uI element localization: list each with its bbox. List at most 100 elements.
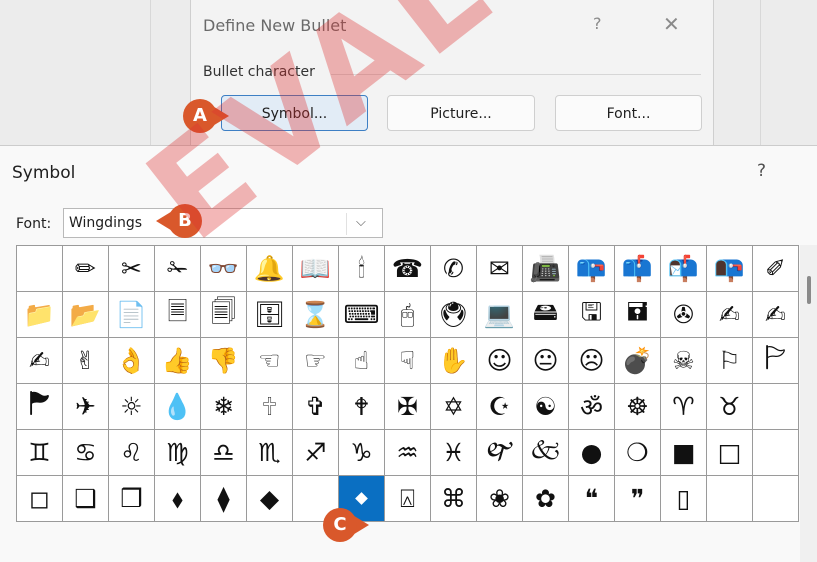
symbol-cell[interactable]: ✞: [293, 384, 339, 430]
font-dropdown[interactable]: Wingdings ⌵: [63, 208, 383, 238]
symbol-cell[interactable]: ☟: [385, 338, 431, 384]
scrollbar-thumb[interactable]: [807, 276, 811, 304]
symbol-cell[interactable]: [707, 476, 753, 522]
font-button[interactable]: Font...: [555, 95, 702, 131]
symbol-cell[interactable]: ✏: [63, 246, 109, 292]
symbol-cell[interactable]: ⌛: [293, 292, 339, 338]
symbol-cell[interactable]: 🔔: [247, 246, 293, 292]
symbol-cell[interactable]: ☝: [339, 338, 385, 384]
symbol-cell[interactable]: 🕆: [247, 384, 293, 430]
symbol-cell[interactable]: 🗄: [247, 292, 293, 338]
symbol-cell[interactable]: ❞: [615, 476, 661, 522]
symbol-cell[interactable]: ✇: [661, 292, 707, 338]
symbol-cell[interactable]: ✈: [63, 384, 109, 430]
symbol-cell[interactable]: ♍: [155, 430, 201, 476]
symbol-cell[interactable]: ✁: [155, 246, 201, 292]
symbol-cell[interactable]: [753, 476, 799, 522]
symbol-cell[interactable]: ⧫: [201, 476, 247, 522]
symbol-cell[interactable]: 📭: [707, 246, 753, 292]
symbol-cell[interactable]: [753, 384, 799, 430]
symbol-cell[interactable]: ☺: [477, 338, 523, 384]
symbol-cell[interactable]: 📖: [293, 246, 339, 292]
symbol-cell[interactable]: 📬: [661, 246, 707, 292]
symbol-cell[interactable]: ❀: [477, 476, 523, 522]
symbol-cell[interactable]: 🏱: [753, 338, 799, 384]
symbol-cell[interactable]: 💻: [477, 292, 523, 338]
symbol-cell[interactable]: ♈: [661, 384, 707, 430]
symbol-cell[interactable]: 📠: [523, 246, 569, 292]
symbol-cell[interactable]: 👌: [109, 338, 155, 384]
symbol-cell[interactable]: 🙰: [477, 430, 523, 476]
symbol-cell[interactable]: ♌: [109, 430, 155, 476]
symbol-cell[interactable]: ♏: [247, 430, 293, 476]
symbol-cell[interactable]: ♒: [385, 430, 431, 476]
symbol-cell[interactable]: ☞: [293, 338, 339, 384]
symbol-cell[interactable]: 👍: [155, 338, 201, 384]
picture-button[interactable]: Picture...: [387, 95, 535, 131]
symbol-cell[interactable]: ⍓: [385, 476, 431, 522]
symbol-cell[interactable]: ☹: [569, 338, 615, 384]
symbol-cell[interactable]: 📄: [109, 292, 155, 338]
close-icon[interactable]: ✕: [663, 12, 680, 36]
symbol-cell[interactable]: 🖫: [569, 292, 615, 338]
symbol-cell[interactable]: 🗏: [155, 292, 201, 338]
symbol-cell[interactable]: ◻: [17, 476, 63, 522]
symbol-cell[interactable]: 📂: [63, 292, 109, 338]
symbol-cell[interactable]: ॐ: [569, 384, 615, 430]
symbol-cell[interactable]: 📪: [569, 246, 615, 292]
symbol-cell[interactable]: ⌨: [339, 292, 385, 338]
symbol-cell[interactable]: □: [707, 430, 753, 476]
symbol-cell[interactable]: 💣: [615, 338, 661, 384]
symbol-cell[interactable]: 📫: [615, 246, 661, 292]
symbol-cell[interactable]: [17, 246, 63, 292]
symbol-cell[interactable]: ☎: [385, 246, 431, 292]
symbol-cell[interactable]: 👓: [201, 246, 247, 292]
symbol-cell[interactable]: ⌘: [431, 476, 477, 522]
symbol-cell[interactable]: 🖬: [615, 292, 661, 338]
symbol-cell[interactable]: ♓: [431, 430, 477, 476]
symbol-cell[interactable]: ✐: [753, 246, 799, 292]
symbol-cell[interactable]: ✋: [431, 338, 477, 384]
symbol-cell[interactable]: ❑: [63, 476, 109, 522]
help-button[interactable]: ?: [757, 161, 766, 181]
symbol-cell[interactable]: ❒: [109, 476, 155, 522]
symbol-cell[interactable]: ❝: [569, 476, 615, 522]
symbol-cell[interactable]: 🏲: [17, 384, 63, 430]
symbol-cell[interactable]: ☯: [523, 384, 569, 430]
symbol-cell[interactable]: 🕈: [339, 384, 385, 430]
symbol-cell[interactable]: ✂: [109, 246, 155, 292]
symbol-cell[interactable]: 🙵: [523, 430, 569, 476]
symbol-cell[interactable]: [753, 430, 799, 476]
symbol-cell[interactable]: 🗐: [201, 292, 247, 338]
chevron-down-icon[interactable]: ⌵: [356, 215, 366, 230]
symbol-cell[interactable]: 🕯: [339, 246, 385, 292]
symbol-cell[interactable]: ☪: [477, 384, 523, 430]
symbol-cell[interactable]: ❄: [201, 384, 247, 430]
symbol-cell[interactable]: ■: [661, 430, 707, 476]
symbol-cell[interactable]: ❍: [615, 430, 661, 476]
symbol-cell[interactable]: ✉: [477, 246, 523, 292]
symbol-cell[interactable]: ✿: [523, 476, 569, 522]
symbol-cell[interactable]: ✆: [431, 246, 477, 292]
symbol-cell[interactable]: ♉: [707, 384, 753, 430]
symbol-cell[interactable]: ▯: [661, 476, 707, 522]
symbol-cell[interactable]: ☼: [109, 384, 155, 430]
symbol-cell[interactable]: ✌: [63, 338, 109, 384]
symbol-cell[interactable]: ✍: [707, 292, 753, 338]
symbol-cell[interactable]: ✠: [385, 384, 431, 430]
symbol-cell[interactable]: ♑: [339, 430, 385, 476]
symbol-cell[interactable]: 🖰: [385, 292, 431, 338]
symbol-cell[interactable]: ♋: [63, 430, 109, 476]
symbol-cell[interactable]: ✍: [753, 292, 799, 338]
symbol-cell[interactable]: ☠: [661, 338, 707, 384]
symbol-button[interactable]: Symbol...: [221, 95, 368, 131]
symbol-cell[interactable]: 📁: [17, 292, 63, 338]
symbol-cell[interactable]: 👎: [201, 338, 247, 384]
symbol-cell[interactable]: ⬧: [155, 476, 201, 522]
help-button[interactable]: ?: [593, 14, 602, 33]
symbol-cell[interactable]: ✍: [17, 338, 63, 384]
symbol-cell[interactable]: ☸: [615, 384, 661, 430]
symbol-cell[interactable]: 😐: [523, 338, 569, 384]
symbol-cell[interactable]: ☜: [247, 338, 293, 384]
symbol-cell[interactable]: ♎: [201, 430, 247, 476]
